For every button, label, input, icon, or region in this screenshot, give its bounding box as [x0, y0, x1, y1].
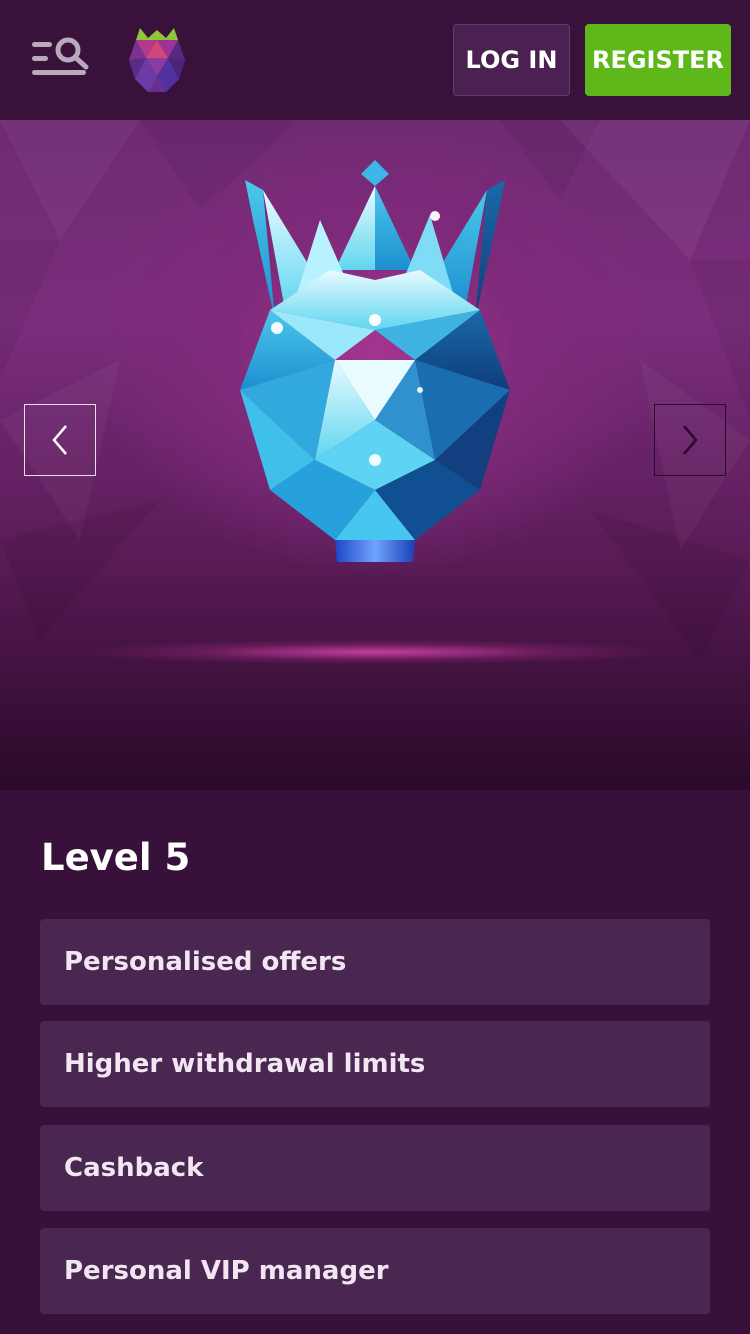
hero-banner	[0, 120, 750, 790]
login-button[interactable]: LOG IN	[453, 24, 570, 96]
carousel-prev-button[interactable]	[24, 404, 96, 476]
perk-item: Cashback	[40, 1125, 710, 1211]
chevron-left-icon	[52, 425, 67, 455]
floor-glow	[95, 640, 655, 664]
perk-label: Personalised offers	[64, 947, 347, 977]
perk-item: Higher withdrawal limits	[40, 1021, 710, 1107]
top-header: LOG IN REGISTER	[0, 0, 750, 120]
raspberry-logo[interactable]	[124, 24, 190, 96]
register-button[interactable]: REGISTER	[585, 24, 731, 96]
diamond-crown-image	[240, 160, 510, 562]
perk-label: Personal VIP manager	[64, 1256, 389, 1286]
perk-label: Cashback	[64, 1153, 204, 1183]
carousel-next-button[interactable]	[654, 404, 726, 476]
perk-item: Personal VIP manager	[40, 1228, 710, 1314]
perk-label: Higher withdrawal limits	[64, 1049, 426, 1079]
chevron-right-icon	[683, 425, 698, 455]
perk-item: Personalised offers	[40, 919, 710, 1005]
level-title: Level 5	[41, 836, 191, 879]
menu-search-icon[interactable]	[30, 36, 92, 84]
level-section: Level 5 Personalised offers Higher withd…	[0, 790, 750, 1334]
